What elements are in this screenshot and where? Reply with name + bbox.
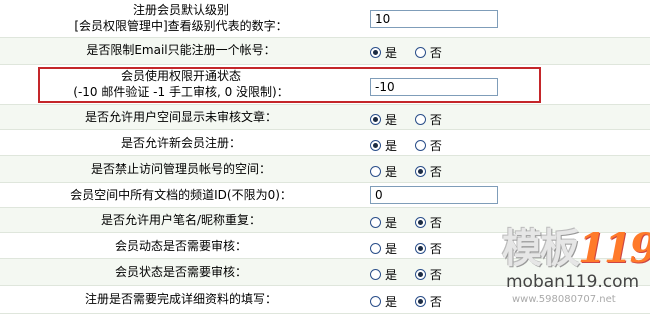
radio-empty-icon[interactable] (370, 269, 381, 280)
setting-label: 会员状态是否需要审核： (114, 265, 247, 279)
setting-row-allow-register: 是否允许新会员注册： 是 否 (0, 130, 650, 156)
setting-label: 是否限制Email只能注册一个帐号： (86, 43, 276, 57)
radio-no[interactable]: 否 (414, 240, 442, 257)
setting-row-email-limit: 是否限制Email只能注册一个帐号： 是 否 (0, 38, 650, 65)
radio-yes[interactable]: 是 (370, 163, 397, 180)
setting-row-forbid-admin-space: 是否禁止访问管理员帐号的空间： 是 否 (0, 156, 650, 183)
radio-empty-icon[interactable] (370, 243, 381, 254)
radio-yes[interactable]: 是 (370, 266, 397, 283)
setting-row-status-audit: 会员状态是否需要审核： 是 否 (0, 259, 650, 286)
radio-empty-icon[interactable] (414, 114, 426, 125)
radio-label: 是 (385, 113, 398, 127)
radio-no[interactable]: 否 (414, 163, 442, 180)
setting-row-nickname-repeat: 是否允许用户笔名/昵称重复： 是 否 (0, 208, 650, 233)
radio-selected-icon[interactable] (414, 296, 426, 307)
radio-label: 是 (385, 295, 398, 309)
radio-label: 否 (429, 268, 442, 282)
radio-empty-icon[interactable] (370, 296, 381, 307)
setting-label: 是否禁止访问管理员帐号的空间： (90, 162, 271, 176)
radio-yes[interactable]: 是 (370, 214, 397, 231)
radio-label: 否 (429, 295, 442, 309)
radio-label: 否 (429, 242, 442, 256)
radio-no[interactable]: 否 (414, 111, 442, 128)
radio-empty-icon[interactable] (414, 47, 426, 58)
radio-empty-icon[interactable] (370, 166, 381, 177)
setting-label: 会员动态是否需要审核： (114, 239, 247, 253)
radio-yes[interactable]: 是 (370, 44, 397, 61)
radio-no[interactable]: 否 (414, 214, 442, 231)
radio-yes[interactable]: 是 (370, 111, 397, 128)
radio-yes[interactable]: 是 (370, 137, 397, 154)
setting-row-show-unaudited: 是否允许用户空间显示未审核文章： 是 否 (0, 105, 650, 130)
radio-label: 是 (385, 46, 398, 60)
radio-yes[interactable]: 是 (370, 240, 397, 257)
radio-no[interactable]: 否 (414, 293, 442, 310)
radio-label: 否 (429, 216, 442, 230)
radio-empty-icon[interactable] (414, 140, 426, 151)
radio-label: 是 (385, 242, 398, 256)
radio-no[interactable]: 否 (414, 44, 442, 61)
highlight-box (38, 67, 541, 103)
radio-no[interactable]: 否 (414, 266, 442, 283)
setting-row-feed-audit: 会员动态是否需要审核： 是 否 (0, 233, 650, 259)
setting-label: 是否允许用户空间显示未审核文章： (84, 110, 277, 124)
radio-selected-icon[interactable] (370, 114, 381, 125)
radio-selected-icon[interactable] (414, 217, 426, 228)
radio-label: 否 (429, 139, 442, 153)
setting-label: 是否允许新会员注册： (120, 136, 241, 150)
radio-label: 是 (385, 139, 398, 153)
label-line-1: 注册会员默认级别 (132, 3, 229, 17)
radio-label: 是 (385, 216, 398, 230)
radio-no[interactable]: 否 (414, 137, 442, 154)
setting-label: 注册会员默认级别 [会员权限管理中]查看级别代表的数字： (0, 2, 362, 34)
radio-selected-icon[interactable] (370, 47, 381, 58)
setting-row-channel-id: 会员空间中所有文档的频道ID(不限为0)： (0, 183, 650, 208)
label-line-2: [会员权限管理中]查看级别代表的数字： (74, 19, 288, 33)
radio-selected-icon[interactable] (414, 243, 426, 254)
radio-label: 否 (429, 46, 442, 60)
setting-row-default-level: 注册会员默认级别 [会员权限管理中]查看级别代表的数字： (0, 0, 650, 38)
radio-label: 是 (385, 268, 398, 282)
setting-label: 是否允许用户笔名/昵称重复： (100, 213, 262, 227)
setting-label: 注册是否需要完成详细资料的填写： (84, 292, 277, 306)
radio-label: 否 (429, 113, 442, 127)
radio-selected-icon[interactable] (414, 269, 426, 280)
setting-label: 会员空间中所有文档的频道ID(不限为0)： (70, 188, 292, 202)
radio-label: 否 (429, 165, 442, 179)
setting-row-detail-profile: 注册是否需要完成详细资料的填写： 是 否 (0, 286, 650, 314)
radio-label: 是 (385, 165, 398, 179)
default-level-input[interactable] (370, 10, 498, 28)
radio-selected-icon[interactable] (414, 166, 426, 177)
channel-id-input[interactable] (370, 186, 498, 204)
radio-yes[interactable]: 是 (370, 293, 397, 310)
radio-empty-icon[interactable] (370, 217, 381, 228)
radio-selected-icon[interactable] (370, 140, 381, 151)
